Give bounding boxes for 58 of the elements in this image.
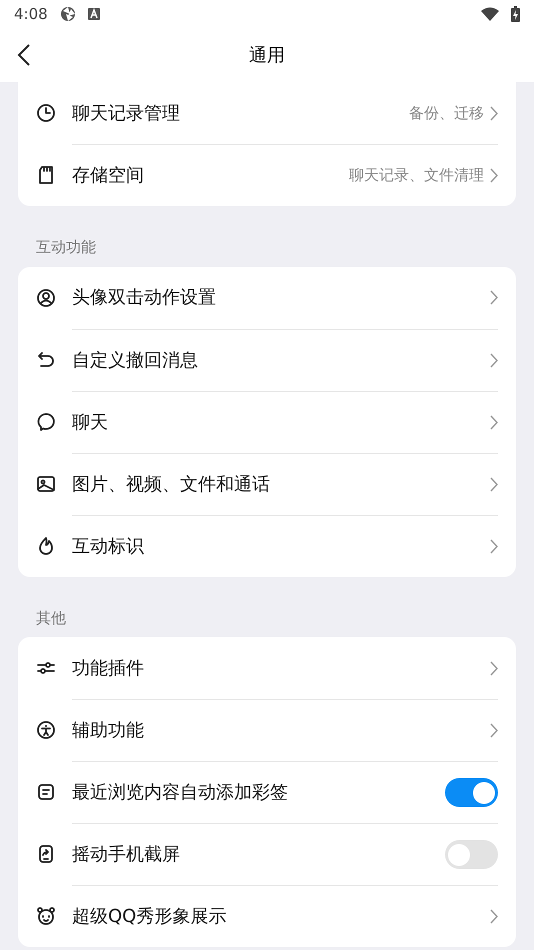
row-value: 备份、迁移 xyxy=(409,102,484,124)
chevron-right-icon xyxy=(490,106,498,120)
settings-row[interactable]: 聊天记录管理 备份、迁移 xyxy=(18,82,516,144)
phone-share-icon xyxy=(36,844,56,864)
chevron-right-icon xyxy=(490,290,498,305)
row-label: 头像双击动作设置 xyxy=(72,286,217,310)
wifi-icon xyxy=(481,7,499,21)
row-label: 功能插件 xyxy=(72,656,145,680)
chevron-right-icon xyxy=(490,538,498,554)
settings-row[interactable]: 头像双击动作设置 xyxy=(18,266,516,328)
row-label: 自定义撤回消息 xyxy=(72,348,199,372)
section-heading: 其他 xyxy=(35,608,67,628)
toggle-switch[interactable] xyxy=(445,840,498,869)
sd-card-icon xyxy=(36,165,56,185)
row-label: 互动标识 xyxy=(72,534,145,558)
row-label: 存储空间 xyxy=(72,164,145,188)
app-status-icon xyxy=(60,6,76,22)
undo-arrow-icon xyxy=(36,350,56,370)
row-label: 聊天 xyxy=(72,410,109,434)
settings-row[interactable]: 存储空间 聊天记录、文件清理 xyxy=(18,144,516,206)
clock-icon xyxy=(36,103,56,123)
row-label: 摇动手机截屏 xyxy=(72,843,181,867)
row-label: 辅助功能 xyxy=(72,719,145,743)
settings-row[interactable]: 自定义撤回消息 xyxy=(18,328,516,390)
settings-row[interactable]: 摇动手机截屏 xyxy=(18,823,516,885)
settings-row[interactable]: 图片、视频、文件和通话 xyxy=(18,452,516,514)
accessibility-icon xyxy=(36,720,56,740)
chevron-right-icon xyxy=(490,909,498,924)
row-value: 聊天记录、文件清理 xyxy=(349,165,484,186)
chevron-right-icon xyxy=(490,414,498,430)
chevron-right-icon xyxy=(490,168,498,183)
settings-row[interactable]: 辅助功能 xyxy=(18,699,516,761)
settings-row[interactable]: 功能插件 xyxy=(18,637,516,699)
note-icon xyxy=(36,782,56,802)
settings-row[interactable]: 聊天 xyxy=(18,390,516,452)
image-icon xyxy=(36,474,56,494)
row-label: 图片、视频、文件和通话 xyxy=(72,472,271,496)
settings-row[interactable]: 互动标识 xyxy=(18,514,516,576)
page-title: 通用 xyxy=(249,44,285,68)
row-label: 聊天记录管理 xyxy=(72,102,181,126)
toggle-switch[interactable] xyxy=(445,778,498,807)
flame-icon xyxy=(36,536,56,556)
section-heading: 互动功能 xyxy=(35,237,97,258)
settings-row[interactable]: 超级QQ秀形象展示 xyxy=(18,885,516,947)
chevron-right-icon xyxy=(490,723,498,738)
back-chevron-icon xyxy=(17,43,31,67)
status-time: 4:08 xyxy=(14,4,48,25)
row-label: 超级QQ秀形象展示 xyxy=(72,905,228,929)
user-circle-icon xyxy=(36,288,56,308)
battery-icon xyxy=(511,6,520,22)
bear-face-icon xyxy=(36,906,56,926)
chevron-right-icon xyxy=(490,660,498,676)
speech-bubble-icon xyxy=(36,412,56,432)
keyboard-status-icon xyxy=(88,8,100,20)
settings-row[interactable]: 最近浏览内容自动添加彩签 xyxy=(18,761,516,823)
row-label: 最近浏览内容自动添加彩签 xyxy=(72,781,289,805)
chevron-right-icon xyxy=(490,476,498,492)
chevron-right-icon xyxy=(490,352,498,368)
